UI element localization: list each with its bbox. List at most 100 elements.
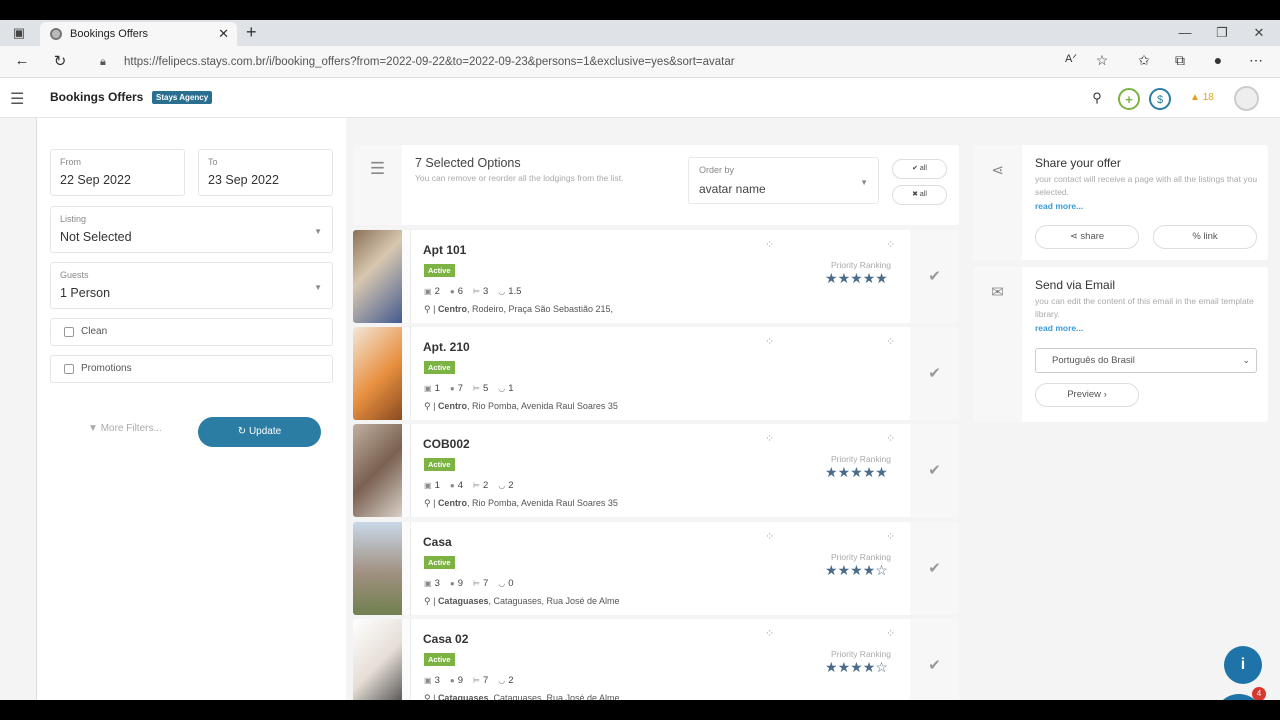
preview-button[interactable]: Preview › xyxy=(1035,383,1139,407)
back-icon[interactable]: ← xyxy=(12,52,32,69)
listing-name[interactable]: COB002 xyxy=(423,437,470,451)
drag-handle[interactable] xyxy=(402,230,411,323)
browser-tab[interactable]: Bookings Offers ✕ xyxy=(40,22,237,46)
star-icon[interactable]: ★ xyxy=(850,464,863,480)
star-icon[interactable]: ★ xyxy=(838,270,851,286)
listing-select[interactable]: Listing Not Selected ▼ xyxy=(50,206,333,253)
from-date-field[interactable]: From 22 Sep 2022 xyxy=(50,149,185,196)
listing-card[interactable]: Casa Active ▣ 3 ● 9 ⊨ 7 ◡ 0 ⚲ | Cataguases, Catagu… xyxy=(353,522,959,615)
language-value: Português do Brasil xyxy=(1052,355,1135,366)
star-icon[interactable]: ★ xyxy=(838,464,851,480)
location-icon: ⚲ xyxy=(424,401,431,411)
lock-icon: 🔒︎ xyxy=(100,56,106,68)
language-select[interactable]: Português do Brasil ⌄ xyxy=(1035,348,1257,373)
avatar[interactable] xyxy=(1234,86,1259,111)
read-aloud-icon[interactable]: Aᐟ xyxy=(1061,52,1081,65)
clean-checkbox[interactable]: Clean xyxy=(50,318,333,346)
select-check-icon[interactable]: ✔ xyxy=(910,424,959,517)
collections-icon[interactable]: ⧉ xyxy=(1170,52,1190,69)
star-icon[interactable]: ★ xyxy=(850,562,863,578)
checkbox-box[interactable] xyxy=(64,327,74,337)
listing-photo[interactable] xyxy=(353,424,402,517)
to-date-field[interactable]: To 23 Sep 2022 xyxy=(198,149,333,196)
rooms-stat: ▣ 2 xyxy=(424,286,440,297)
select-check-icon[interactable]: ✔ xyxy=(910,327,959,420)
select-check-icon[interactable]: ✔ xyxy=(910,619,959,700)
share-read-more[interactable]: read more... xyxy=(1035,201,1083,211)
listing-label: Listing xyxy=(60,214,87,224)
listing-name[interactable]: Casa xyxy=(423,535,452,549)
star-icon[interactable]: ★ xyxy=(825,659,838,675)
refresh-icon[interactable]: ↻ xyxy=(50,52,70,70)
favorites-icon[interactable]: ✩ xyxy=(1134,52,1154,69)
address-region: Centro xyxy=(437,401,467,411)
check-all-button[interactable]: ✔ all xyxy=(892,159,947,179)
listing-photo[interactable] xyxy=(353,522,402,615)
close-tab-icon[interactable]: ✕ xyxy=(218,22,229,46)
listing-name[interactable]: Apt 101 xyxy=(423,243,466,257)
profile-icon[interactable]: ● xyxy=(1208,52,1228,68)
star-icon[interactable]: ★ xyxy=(838,659,851,675)
drag-handle[interactable] xyxy=(402,522,411,615)
star-icon[interactable]: ★ xyxy=(863,464,876,480)
star-icon[interactable]: ★ xyxy=(850,270,863,286)
close-window-icon[interactable]: ✕ xyxy=(1250,24,1268,42)
star-icon[interactable]: ★ xyxy=(838,562,851,578)
star-icon[interactable]: ★ xyxy=(825,562,838,578)
star-icon[interactable]: ☆ xyxy=(875,562,888,578)
priority-stars[interactable]: ★★★★☆ xyxy=(825,659,888,676)
restore-icon[interactable]: ❐ xyxy=(1213,24,1231,42)
info-button[interactable]: i xyxy=(1224,646,1262,684)
star-icon[interactable]: ★ xyxy=(850,659,863,675)
priority-stars[interactable]: ★★★★★ xyxy=(825,270,888,287)
promotions-checkbox[interactable]: Promotions xyxy=(50,355,333,383)
favorite-add-icon[interactable]: ☆ xyxy=(1092,52,1112,69)
drag-handle[interactable] xyxy=(402,424,411,517)
listing-card[interactable]: COB002 Active ▣ 1 ● 4 ⊨ 2 ◡ 2 ⚲ | Centro, Rio Pomb… xyxy=(353,424,959,517)
select-check-icon[interactable]: ✔ xyxy=(910,230,959,323)
star-icon[interactable]: ★ xyxy=(875,464,888,480)
select-check-icon[interactable]: ✔ xyxy=(910,522,959,615)
new-tab-icon[interactable]: + xyxy=(246,22,257,43)
order-by-select[interactable]: Order by avatar name ▼ xyxy=(688,157,879,204)
star-icon[interactable]: ★ xyxy=(863,270,876,286)
listing-photo[interactable] xyxy=(353,327,402,420)
more-filters-button[interactable]: ▼ More Filters... xyxy=(88,423,162,434)
listing-photo[interactable] xyxy=(353,619,402,700)
star-icon[interactable]: ☆ xyxy=(875,659,888,675)
url-bar[interactable]: 🔒︎ https://felipecs.stays.com.br/i/booki… xyxy=(100,50,1110,74)
priority-stars[interactable]: ★★★★★ xyxy=(825,464,888,481)
star-icon[interactable]: ★ xyxy=(863,562,876,578)
drag-handle[interactable] xyxy=(402,327,411,420)
checkbox-box[interactable] xyxy=(64,364,74,374)
minimize-icon[interactable]: — xyxy=(1176,24,1194,42)
guests-select[interactable]: Guests 1 Person ▼ xyxy=(50,262,333,309)
listing-card[interactable]: Apt 101 Active ▣ 2 ● 6 ⊨ 3 ◡ 1.5 ⚲ | Centro, Rodei… xyxy=(353,230,959,323)
share-button[interactable]: ⋖ share xyxy=(1035,225,1139,249)
star-icon[interactable]: ★ xyxy=(863,659,876,675)
star-icon[interactable]: ★ xyxy=(825,464,838,480)
star-icon[interactable]: ★ xyxy=(825,270,838,286)
priority-stars[interactable]: ★★★★☆ xyxy=(825,562,888,579)
update-button[interactable]: ↻ Update xyxy=(198,417,321,447)
search-icon[interactable]: ⚲ xyxy=(1086,88,1108,110)
link-button[interactable]: % link xyxy=(1153,225,1257,249)
email-read-more[interactable]: read more... xyxy=(1035,323,1083,333)
drag-handle[interactable] xyxy=(402,619,411,700)
settings-menu-icon[interactable]: ⋯ xyxy=(1246,52,1266,69)
person-icon: ● xyxy=(449,287,455,296)
listing-card[interactable]: Apt. 210 Active ▣ 1 ● 7 ⊨ 5 ◡ 1 ⚲ | Centro, Rio Po… xyxy=(353,327,959,420)
rooms-stat: ▣ 3 xyxy=(424,675,440,686)
dollar-icon[interactable]: $ xyxy=(1149,88,1171,110)
listing-name[interactable]: Casa 02 xyxy=(423,632,468,646)
alerts-badge[interactable]: ▲ 18 xyxy=(1190,92,1214,103)
tab-actions-icon[interactable]: ▣ xyxy=(10,24,28,42)
star-icon[interactable]: ★ xyxy=(875,270,888,286)
listing-card[interactable]: Casa 02 Active ▣ 3 ● 9 ⊨ 7 ◡ 2 ⚲ | Cataguases, Cat… xyxy=(353,619,959,700)
menu-icon[interactable]: ☰ xyxy=(10,89,24,109)
listing-photo[interactable] xyxy=(353,230,402,323)
uncheck-all-button[interactable]: ✖ all xyxy=(892,185,947,205)
listing-name[interactable]: Apt. 210 xyxy=(423,340,470,354)
listing-stats: ▣ 3 ● 9 ⊨ 7 ◡ 2 xyxy=(424,675,524,686)
add-icon[interactable]: + xyxy=(1118,88,1140,110)
